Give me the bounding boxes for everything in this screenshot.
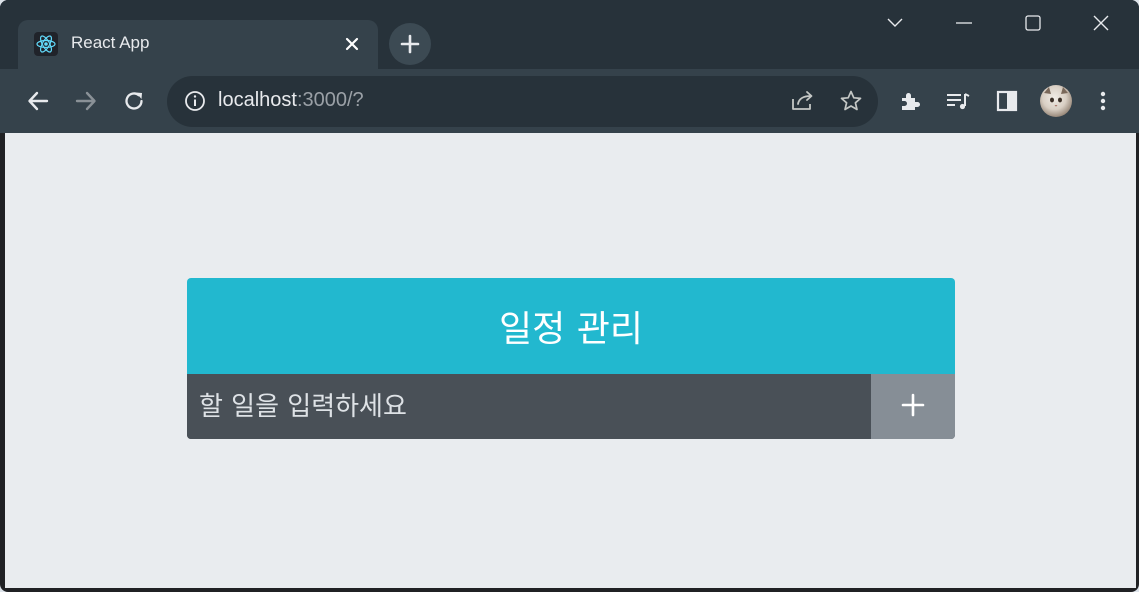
share-icon[interactable] (790, 90, 816, 116)
react-logo-icon (34, 32, 58, 56)
browser-window: React App localhost:3000/? 일정 관리 할 일을 입력… (0, 0, 1139, 592)
browser-toolbar: localhost:3000/? (0, 69, 1139, 133)
extensions-icon[interactable] (894, 85, 926, 117)
todo-insert-form (187, 374, 955, 439)
media-playlist-icon[interactable] (942, 85, 974, 117)
url-path: :3000/? (296, 89, 364, 111)
new-tab-button[interactable] (389, 23, 431, 65)
page-viewport: 일정 관리 (5, 133, 1136, 588)
address-bar[interactable]: localhost:3000/? (167, 76, 878, 127)
todo-input[interactable] (187, 374, 871, 439)
forward-arrow-icon[interactable] (70, 85, 102, 117)
reload-icon[interactable] (118, 85, 150, 117)
tab-react-app[interactable]: React App (18, 20, 378, 69)
add-todo-button[interactable] (871, 374, 955, 439)
tab-strip: React App (0, 0, 1139, 69)
url-host: localhost (218, 89, 297, 111)
close-tab-icon[interactable] (340, 32, 364, 56)
minimize-icon[interactable] (949, 8, 979, 38)
bookmark-star-icon[interactable] (839, 89, 863, 117)
tab-title: React App (71, 33, 150, 52)
site-info-icon[interactable] (184, 90, 206, 116)
plus-icon (901, 393, 925, 420)
maximize-icon[interactable] (1018, 8, 1048, 38)
more-menu-icon[interactable] (1087, 85, 1119, 117)
close-window-icon[interactable] (1086, 8, 1116, 38)
app-title: 일정 관리 (187, 278, 955, 374)
back-arrow-icon[interactable] (22, 85, 54, 117)
side-panel-icon[interactable] (991, 85, 1023, 117)
tab-search-icon[interactable] (880, 8, 910, 38)
profile-avatar[interactable] (1040, 85, 1072, 117)
url-text: localhost:3000/? (218, 89, 364, 112)
todo-template: 일정 관리 (187, 278, 955, 439)
